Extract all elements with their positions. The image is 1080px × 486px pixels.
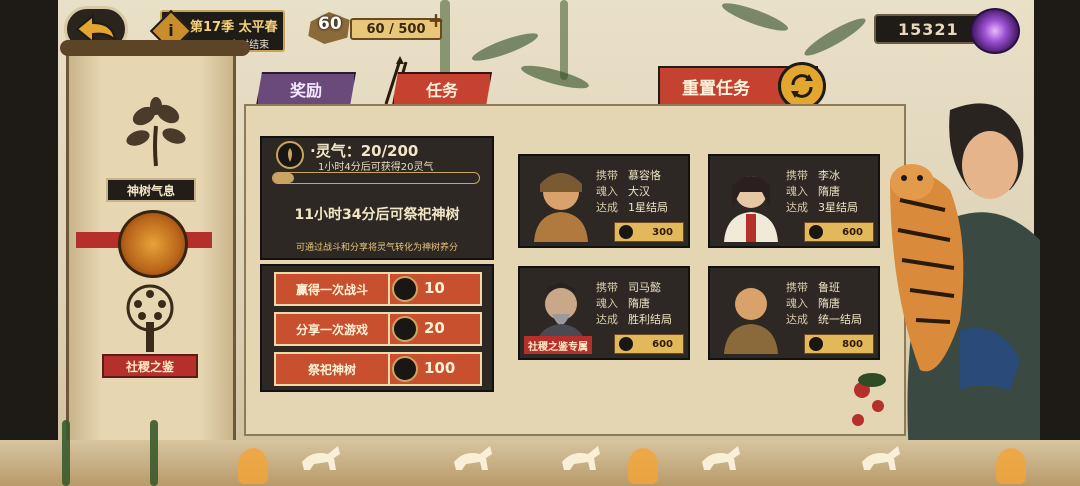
sprout-icon[interactable] [116,96,196,168]
bamboo-decor [560,0,568,80]
hero-portrait-icon [534,173,588,242]
hero-portrait-icon [724,284,778,354]
spirit-progress-fill [273,173,294,183]
horse-icon [454,446,492,470]
sidebar-item-shenshu[interactable]: 神树气息 [106,178,196,202]
character-with-tiger-illustration [852,103,1040,470]
hero-era: 隋唐 [628,297,650,310]
energy-add-button[interactable]: + [426,10,446,30]
hero-task-details: 携带 司马懿 魂入 隋唐 达成 胜利结局 [596,281,672,326]
hero-reward: 600 [614,334,684,354]
spirit-icon [392,276,418,302]
spirit-icon [392,316,418,342]
hero-name: 慕容恪 [628,169,661,182]
hero-task-card[interactable]: 携带 司马懿 魂入 隋唐 达成 胜利结局 社稷之鉴专属 600 [518,266,690,360]
task-label: 赢得一次战斗 [274,272,390,306]
hero-portrait-icon [724,176,778,242]
flame-decor [238,448,268,484]
leaf-decor [801,13,869,61]
hero-era: 大汉 [628,185,650,198]
task-row[interactable]: 祭祀神树 100 [274,352,482,386]
task-reward-value: 10 [424,279,445,297]
hero-task-card[interactable]: 携带 慕容恪 魂入 大汉 达成 1星结局 300 [518,154,690,248]
bamboo-decor [62,420,70,486]
hero-name: 李冰 [818,169,840,182]
refresh-icon[interactable] [778,62,826,110]
spirit-icon [619,337,633,351]
tab-reward[interactable]: 奖励 [256,72,356,106]
spirit-icon [809,225,823,239]
tree-icon[interactable] [108,282,192,354]
flame-decor [628,448,658,484]
task-reward-value: 100 [424,359,456,377]
hero-task-details: 携带 李冰 魂入 隋唐 达成 3星结局 [786,169,858,214]
sidebar-item-sheji[interactable]: 社稷之鉴 [102,354,198,378]
spirit-icon [392,356,418,382]
energy-current: 60 [318,14,342,34]
frame-left [0,0,58,486]
spirit-note: 可通过战斗和分享将灵气转化为神树养分 [295,243,458,253]
spirit-subtitle: 1小时4分后可获得20灵气 [318,162,434,173]
task-row[interactable]: 分享一次游戏 20 [274,312,482,346]
frame-right [1034,0,1080,486]
horse-icon [302,446,340,470]
task-row[interactable]: 赢得一次战斗 10 [274,272,482,306]
spirit-progress-bar [272,172,480,184]
hero-name: 司马懿 [628,281,661,294]
horse-icon [562,446,600,470]
tiger-emblem-icon[interactable] [118,210,188,278]
spiral-orb-icon[interactable] [970,8,1020,54]
leaf-decor [719,0,791,36]
horse-icon [702,446,740,470]
hero-goal: 1星结局 [628,201,668,214]
hero-task-details: 携带 慕容恪 魂入 大汉 达成 1星结局 [596,169,668,214]
hero-name: 鲁班 [818,281,840,294]
flame-decor [996,448,1026,484]
hero-era: 隋唐 [818,185,840,198]
game-screen: i 第17季 太平春 8天18小时结束 60 60 / 500 + 15321 … [0,0,1080,486]
task-label: 分享一次游戏 [274,312,390,346]
scroll-rod [60,40,250,56]
exclusive-tag: 社稷之鉴专属 [524,336,592,354]
leaf-decor [519,61,591,93]
hero-goal: 胜利结局 [628,313,672,326]
bottom-decor-band [0,440,1080,486]
bamboo-decor [150,420,158,486]
spirit-icon [619,225,633,239]
hero-reward: 300 [614,222,684,242]
task-reward-value: 20 [424,319,445,337]
spirit-icon [276,141,304,169]
spirit-icon [809,337,823,351]
hero-era: 隋唐 [818,297,840,310]
currency-value: 15321 [898,20,959,39]
tab-task[interactable]: 任务 [392,72,492,106]
leaf-decor [469,28,541,66]
season-title: 第17季 太平春 [190,20,278,35]
spirit-main-text: 11小时34分后可祭祀神树 [294,207,460,223]
task-label: 祭祀神树 [274,352,390,386]
horse-icon [862,446,900,470]
